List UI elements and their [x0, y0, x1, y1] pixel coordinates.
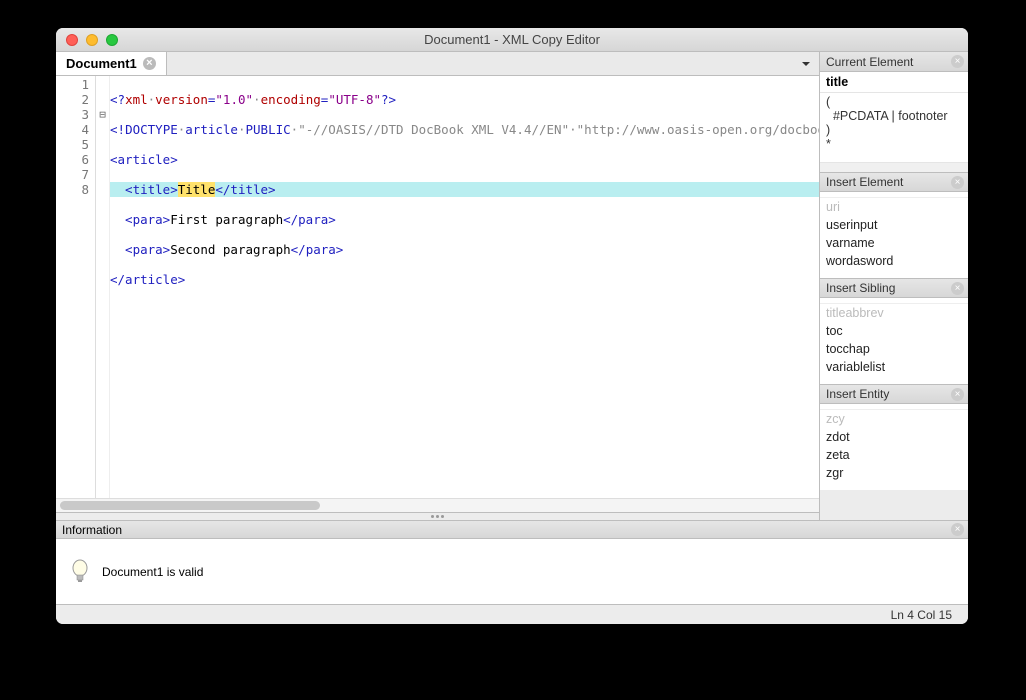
insert-sibling-header: Insert Sibling × [820, 278, 968, 298]
tab-overflow-menu[interactable] [799, 57, 813, 71]
tab-close-icon[interactable]: × [143, 57, 156, 70]
fold-column[interactable]: ⊟ [96, 76, 110, 498]
minimize-window-button[interactable] [86, 34, 98, 46]
code-editor[interactable]: 1234 5678 ⊟ <?xml·version="1.0"·encoding… [56, 76, 819, 498]
lightbulb-icon [70, 558, 90, 586]
insert-entity-header: Insert Entity × [820, 384, 968, 404]
line-gutter: 1234 5678 [56, 76, 96, 498]
insert-sibling-list[interactable]: titleabbrev toc tocchap variablelist [820, 298, 968, 384]
insert-entity-list[interactable]: zcy zdot zeta zgr [820, 404, 968, 490]
information-header: Information × [56, 521, 968, 539]
app-window: Document1 - XML Copy Editor Document1 × … [56, 28, 968, 624]
status-bar: Ln 4 Col 15 [56, 604, 968, 624]
close-icon[interactable]: × [951, 55, 964, 68]
side-panel: Current Element × title ( #PCDATA | foot… [820, 52, 968, 520]
code-area[interactable]: <?xml·version="1.0"·encoding="UTF-8"?> <… [110, 76, 819, 498]
close-icon[interactable]: × [951, 176, 964, 189]
current-element-name: title [820, 72, 968, 92]
tab-document1[interactable]: Document1 × [56, 52, 167, 75]
tab-label: Document1 [66, 56, 137, 71]
horizontal-splitter[interactable] [56, 512, 819, 520]
close-icon[interactable]: × [951, 388, 964, 401]
information-body: Document1 is valid [56, 539, 968, 604]
editor-hscrollbar[interactable] [56, 498, 819, 512]
insert-element-list[interactable]: uri userinput varname wordasword [820, 192, 968, 278]
close-icon[interactable]: × [951, 282, 964, 295]
information-message: Document1 is valid [102, 565, 203, 579]
window-title: Document1 - XML Copy Editor [56, 32, 968, 47]
zoom-window-button[interactable] [106, 34, 118, 46]
tabbar: Document1 × [56, 52, 819, 76]
current-element-header: Current Element × [820, 52, 968, 72]
ce-hscrollbar[interactable] [820, 162, 968, 172]
close-icon[interactable]: × [951, 523, 964, 536]
titlebar: Document1 - XML Copy Editor [56, 28, 968, 52]
insert-element-header: Insert Element × [820, 172, 968, 192]
current-element-model: ( #PCDATA | footnoter ) * [820, 92, 968, 162]
cursor-position: Ln 4 Col 15 [891, 608, 952, 622]
close-window-button[interactable] [66, 34, 78, 46]
